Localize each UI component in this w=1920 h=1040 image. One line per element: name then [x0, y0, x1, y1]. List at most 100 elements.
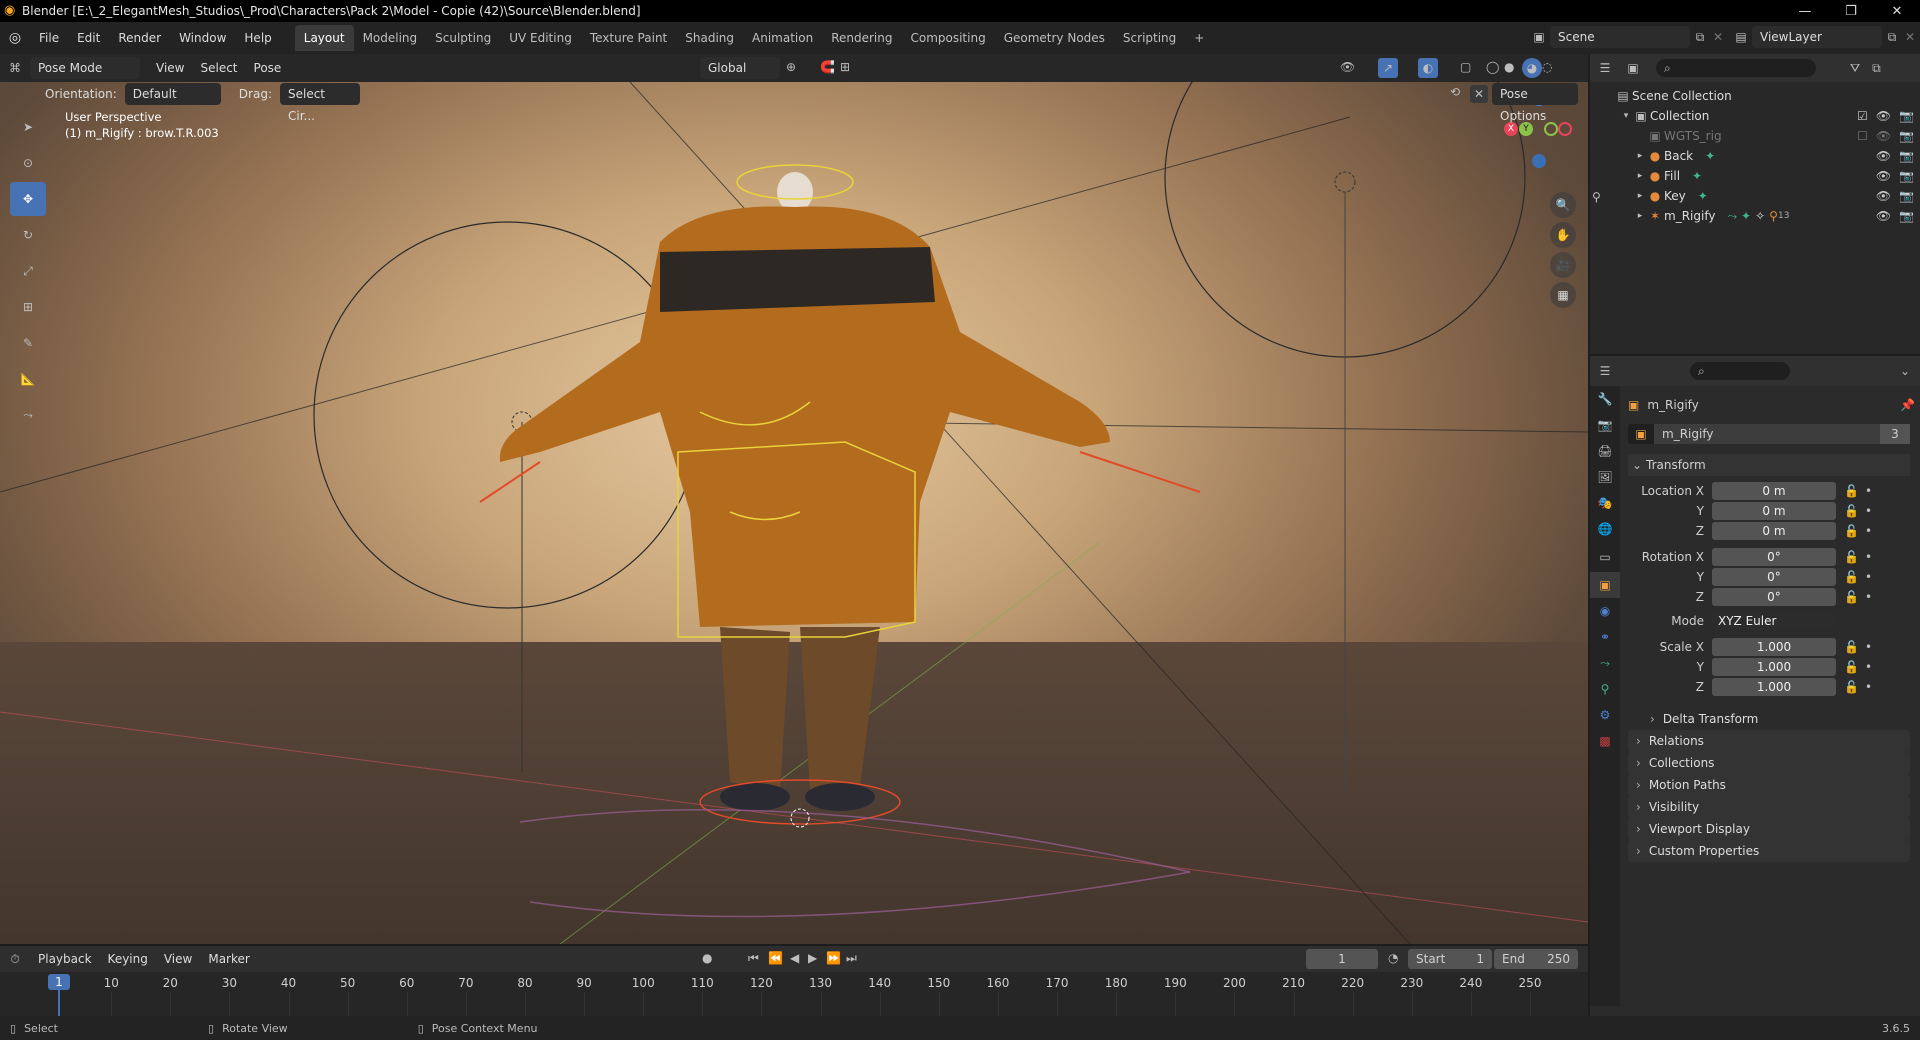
- lock-icon[interactable]: 🔓: [1844, 550, 1859, 564]
- texture-tab-icon[interactable]: ▩: [1590, 728, 1620, 754]
- keyframe-dot-icon[interactable]: •: [1865, 590, 1872, 604]
- rotation-mode-dropdown[interactable]: XYZ Euler: [1712, 612, 1836, 630]
- tree-row-fill[interactable]: ▸ ● Fill ✦ 👁 📷: [1590, 166, 1920, 186]
- tab-animation[interactable]: Animation: [743, 25, 822, 51]
- tree-row-scene-collection[interactable]: ▤ Scene Collection: [1590, 86, 1920, 106]
- tab-uv-editing[interactable]: UV Editing: [500, 25, 581, 51]
- visibility-icon[interactable]: 👁: [1340, 60, 1355, 74]
- solid-shading-icon[interactable]: ●: [1504, 60, 1514, 74]
- add-workspace-button[interactable]: +: [1185, 25, 1213, 51]
- display-mode-icon[interactable]: ▣: [1620, 61, 1646, 75]
- xray-icon[interactable]: ▢: [1460, 60, 1471, 74]
- current-frame-field[interactable]: 1: [1306, 949, 1378, 969]
- pose-x-mirror-icon[interactable]: ✕: [1470, 85, 1488, 103]
- lock-icon[interactable]: 🔓: [1844, 640, 1859, 654]
- rotate-tool-icon[interactable]: ↻: [10, 218, 46, 252]
- editor-type-icon[interactable]: ⌘: [0, 61, 30, 75]
- drag-dropdown[interactable]: Select Cir...: [279, 83, 360, 123]
- keyframe-dot-icon[interactable]: •: [1865, 524, 1872, 538]
- play-icon[interactable]: ▶: [808, 951, 817, 965]
- properties-editor-icon[interactable]: ☰: [1590, 364, 1620, 378]
- light-data-icon[interactable]: ✦: [1698, 189, 1708, 203]
- scale-z-field[interactable]: 1.000: [1712, 678, 1836, 696]
- lock-icon[interactable]: 🔓: [1844, 590, 1859, 604]
- camera-icon[interactable]: 📷: [1899, 109, 1914, 123]
- transform-orientation-dropdown[interactable]: Global: [700, 57, 780, 79]
- bone-tab-icon[interactable]: ⚲: [1590, 676, 1620, 702]
- location-z-field[interactable]: 0 m: [1712, 522, 1836, 540]
- wireframe-shading-icon[interactable]: ◯: [1486, 60, 1499, 74]
- tab-modeling[interactable]: Modeling: [354, 25, 427, 51]
- keyframe-dot-icon[interactable]: •: [1865, 640, 1872, 654]
- menu-file[interactable]: File: [30, 26, 68, 50]
- scale-y-field[interactable]: 1.000: [1712, 658, 1836, 676]
- tab-geometry-nodes[interactable]: Geometry Nodes: [995, 25, 1114, 51]
- close-button[interactable]: ✕: [1874, 0, 1920, 22]
- tree-row-m-rigify[interactable]: ▸ ✶ m_Rigify ⤳ ✦ ✧ ⚲ 13 👁 📷: [1590, 206, 1920, 226]
- annotate-tool-icon[interactable]: ✎: [10, 326, 46, 360]
- play-reverse-icon[interactable]: ◀: [790, 951, 799, 965]
- next-keyframe-icon[interactable]: ⏩: [826, 951, 841, 965]
- preview-range-icon[interactable]: ◔: [1388, 951, 1398, 965]
- tool-tab-icon[interactable]: 🔧: [1590, 386, 1620, 412]
- lock-icon[interactable]: 🔓: [1844, 570, 1859, 584]
- tab-sculpting[interactable]: Sculpting: [426, 25, 500, 51]
- cursor-tool-icon[interactable]: ⊙: [10, 146, 46, 180]
- motion-paths-panel[interactable]: › Motion Paths: [1628, 774, 1910, 796]
- relations-panel[interactable]: › Relations: [1628, 730, 1910, 752]
- eye-icon[interactable]: 👁: [1876, 189, 1891, 203]
- maximize-button[interactable]: ❐: [1828, 0, 1874, 22]
- output-tab-icon[interactable]: 🖨: [1590, 438, 1620, 464]
- modifier-icon[interactable]: ✧: [1755, 209, 1765, 223]
- camera-view-icon[interactable]: 🎥: [1550, 252, 1576, 278]
- filter-icon[interactable]: ⛛: [1850, 61, 1860, 76]
- bone-icon[interactable]: ⚲: [1769, 209, 1778, 223]
- keyframe-dot-icon[interactable]: •: [1865, 660, 1872, 674]
- menu-view[interactable]: View: [156, 948, 200, 970]
- start-frame-field[interactable]: Start 1: [1408, 949, 1492, 969]
- snap-target-icon[interactable]: ⊞: [840, 60, 850, 74]
- rotation-x-field[interactable]: 0°: [1712, 548, 1836, 566]
- pivot-icon[interactable]: ⊕: [786, 60, 796, 74]
- rendered-shading-icon[interactable]: ◌: [1542, 60, 1552, 74]
- bone-envelope-tool-icon[interactable]: ⤳: [10, 398, 46, 432]
- expand-arrow-icon[interactable]: ▸: [1634, 191, 1646, 201]
- remove-scene-icon[interactable]: ✕: [1710, 30, 1726, 44]
- material-shading-icon[interactable]: ◕: [1522, 58, 1542, 78]
- scene-icon[interactable]: ▣: [1528, 30, 1550, 44]
- lock-icon[interactable]: 🔓: [1844, 524, 1859, 538]
- tab-rendering[interactable]: Rendering: [822, 25, 901, 51]
- visibility-panel[interactable]: › Visibility: [1628, 796, 1910, 818]
- properties-search-input[interactable]: ⌕: [1690, 362, 1790, 380]
- prev-keyframe-icon[interactable]: ⏪: [768, 951, 783, 965]
- physics-tab-icon[interactable]: ◉: [1590, 598, 1620, 624]
- pose-mirror-icon[interactable]: ⟲: [1450, 85, 1460, 99]
- remove-view-layer-icon[interactable]: ✕: [1902, 30, 1918, 44]
- keyframe-dot-icon[interactable]: •: [1865, 504, 1872, 518]
- new-collection-icon[interactable]: ⧉: [1872, 61, 1881, 76]
- mode-selector[interactable]: Pose Mode: [30, 57, 140, 79]
- tree-row-wgts-rig[interactable]: ▣ WGTS_rig ☐ 👁 📷: [1590, 126, 1920, 146]
- menu-marker[interactable]: Marker: [200, 948, 257, 970]
- pan-hand-icon[interactable]: ✋: [1550, 222, 1576, 248]
- checkbox-icon[interactable]: ☑: [1857, 109, 1868, 123]
- rotation-y-field[interactable]: 0°: [1712, 568, 1836, 586]
- scene-selector[interactable]: Scene: [1550, 26, 1690, 48]
- outliner-search-input[interactable]: ⌕: [1656, 59, 1816, 77]
- orientation-dropdown[interactable]: Default: [124, 83, 221, 105]
- tree-row-collection[interactable]: ▾ ▣ Collection ☑ 👁 📷: [1590, 106, 1920, 126]
- object-tab-icon[interactable]: ▣: [1590, 572, 1620, 598]
- datablock-name[interactable]: m_Rigify: [1654, 424, 1880, 444]
- zoom-icon[interactable]: 🔍: [1550, 192, 1576, 218]
- transform-tool-icon[interactable]: ⊞: [10, 290, 46, 324]
- tab-compositing[interactable]: Compositing: [901, 25, 994, 51]
- new-scene-icon[interactable]: ⧉: [1690, 30, 1710, 45]
- camera-icon[interactable]: 📷: [1899, 169, 1914, 183]
- gizmo-toggle-icon[interactable]: ↗: [1378, 58, 1398, 78]
- expand-arrow-icon[interactable]: ▸: [1634, 211, 1646, 221]
- world-tab-icon[interactable]: 🌐: [1590, 516, 1620, 542]
- record-icon[interactable]: ●: [702, 951, 712, 965]
- menu-pose[interactable]: Pose: [246, 57, 290, 79]
- tree-row-back[interactable]: ▸ ● Back ✦ 👁 📷: [1590, 146, 1920, 166]
- tab-layout[interactable]: Layout: [294, 25, 354, 51]
